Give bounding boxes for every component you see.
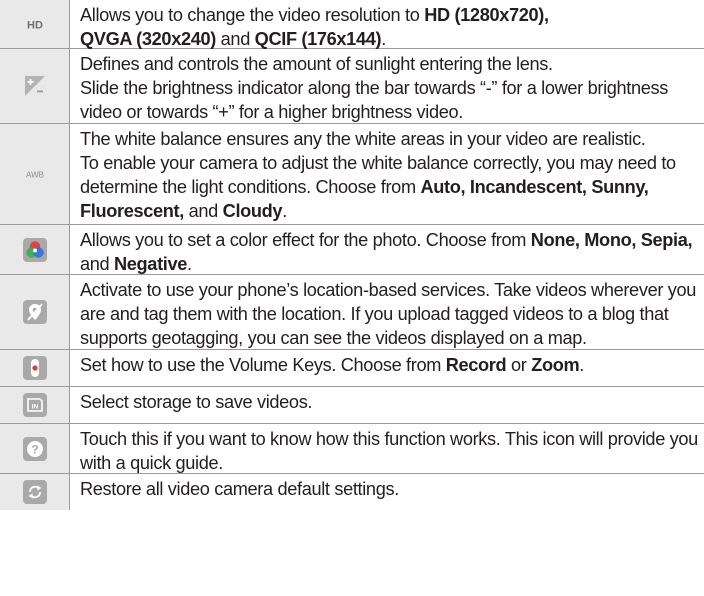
icon-cell [0, 350, 70, 386]
storage-icon: IN [20, 390, 50, 420]
table-row: Restore all video camera default setting… [0, 474, 704, 510]
icon-cell: HD [0, 0, 70, 48]
row-description: Touch this if you want to know how this … [80, 429, 698, 473]
row-description: Allows you to set a color effect for the… [80, 230, 693, 274]
storage-icon-text: IN [31, 404, 38, 411]
icon-cell [0, 275, 70, 349]
table-row: Defines and controls the amount of sunli… [0, 49, 704, 124]
table-row: IN Select storage to save videos. [0, 387, 704, 424]
table-row: ? Touch this if you want to know how thi… [0, 424, 704, 474]
reset-icon [20, 477, 50, 507]
table-row: HD Allows you to change the video resolu… [0, 0, 704, 49]
hd-icon: HD [20, 9, 50, 39]
icon-cell [0, 49, 70, 123]
table-row: Allows you to set a color effect for the… [0, 225, 704, 275]
row-description: Activate to use your phone’s location-ba… [80, 280, 697, 348]
settings-table: HD Allows you to change the video resolu… [0, 0, 704, 510]
hd-icon-text: HD [27, 20, 43, 32]
brightness-icon [20, 71, 50, 101]
table-row: Activate to use your phone’s location-ba… [0, 275, 704, 350]
icon-cell: AWB [0, 124, 70, 224]
white-balance-icon: AWB [20, 159, 50, 189]
row-description: Restore all video camera default setting… [80, 479, 399, 499]
table-row: AWB The white balance ensures any the wh… [0, 124, 704, 225]
table-row: Set how to use the Volume Keys. Choose f… [0, 350, 704, 387]
row-description: Defines and controls the amount of sunli… [80, 54, 669, 122]
icon-cell [0, 474, 70, 510]
row-description: The white balance ensures any the white … [80, 129, 676, 221]
color-effect-icon [20, 235, 50, 265]
row-description: Allows you to change the video resolutio… [80, 5, 549, 49]
row-description: Select storage to save videos. [80, 392, 313, 412]
help-icon-text: ? [31, 442, 38, 456]
row-description: Set how to use the Volume Keys. Choose f… [80, 355, 584, 375]
white-balance-icon-text: AWB [26, 171, 44, 180]
help-icon: ? [20, 434, 50, 464]
volume-key-icon [20, 353, 50, 383]
icon-cell: IN [0, 387, 70, 423]
location-icon [20, 297, 50, 327]
icon-cell: ? [0, 424, 70, 473]
icon-cell [0, 225, 70, 274]
